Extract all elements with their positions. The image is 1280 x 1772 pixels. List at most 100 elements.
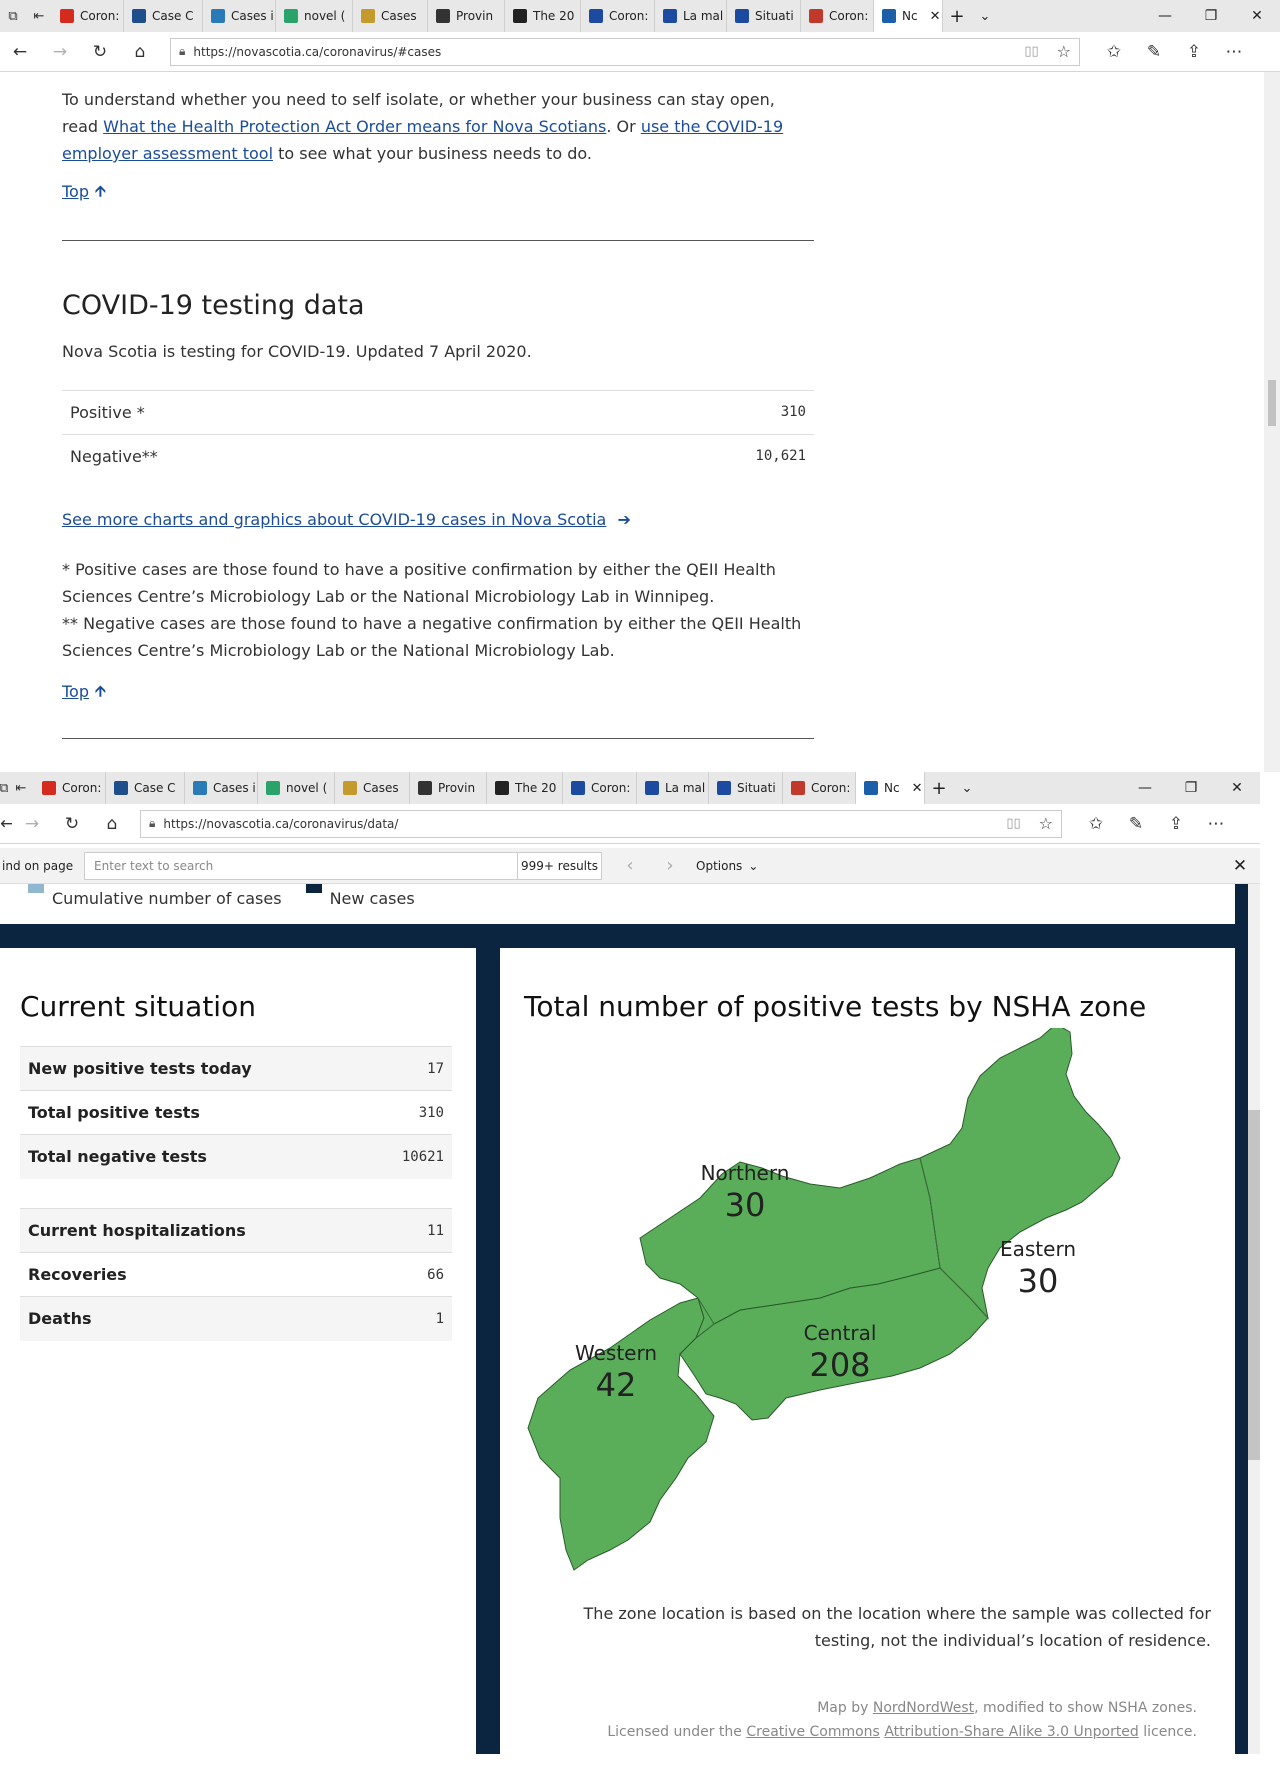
zone-value-label: 208 — [809, 1346, 870, 1384]
refresh-icon[interactable]: ↻ — [52, 814, 92, 834]
tab-label: novel ( — [286, 781, 328, 795]
browser-tab[interactable]: Case C — [124, 0, 203, 32]
lock-icon: 🔒︎ — [179, 44, 186, 58]
find-close-icon[interactable]: ✕ — [1220, 856, 1260, 876]
browser-tab[interactable]: Coron: — [581, 0, 655, 32]
more-charts-link[interactable]: See more charts and graphics about COVID… — [62, 510, 606, 529]
browser-tab[interactable]: Situati — [727, 0, 801, 32]
creative-commons-link[interactable]: Creative Commons — [746, 1724, 880, 1740]
notes-pen-icon[interactable]: ✎ — [1116, 814, 1156, 834]
find-previous-icon[interactable]: ‹ — [610, 855, 650, 876]
browser-tab[interactable]: novel ( — [276, 0, 353, 32]
reading-view-icon[interactable]: ▯▯ — [1006, 816, 1020, 831]
browser-tab[interactable]: Provin — [428, 0, 505, 32]
top-link-label[interactable]: Top — [62, 178, 89, 205]
favorite-star-icon[interactable]: ☆ — [1057, 42, 1071, 61]
close-tab-icon[interactable]: ✕ — [930, 9, 941, 24]
tab-actions-icon[interactable]: ⧉ — [0, 0, 26, 32]
browser-tab[interactable]: Cases i — [185, 772, 258, 804]
browser-tab[interactable]: Cases — [335, 772, 410, 804]
share-icon[interactable]: ⇪ — [1174, 42, 1214, 62]
credit-text: Licensed under the — [607, 1724, 747, 1740]
browser-tab[interactable]: The 20 — [505, 0, 581, 32]
back-icon[interactable]: ← — [0, 42, 40, 62]
browser-tab[interactable]: Coron: — [563, 772, 637, 804]
browser-tab[interactable]: La mal — [637, 772, 709, 804]
browser-tab[interactable]: Cases i — [203, 0, 276, 32]
browser-tab[interactable]: Coron: — [52, 0, 124, 32]
set-aside-tabs-icon[interactable]: ⇤ — [26, 0, 52, 32]
arrow-up-icon: 🡩 — [95, 682, 106, 700]
scrollbar-top[interactable] — [1264, 72, 1280, 772]
row-label: Positive * — [62, 390, 521, 435]
favorites-hub-icon[interactable]: ✩ — [1094, 42, 1134, 62]
address-bar[interactable]: 🔒︎ https://novascotia.ca/coronavirus/#ca… — [170, 37, 1080, 66]
quebec-icon — [571, 781, 585, 795]
browser-tab[interactable]: Nc ✕ — [856, 772, 925, 804]
browser-tab[interactable]: La mal — [655, 0, 727, 32]
tab-label: Case C — [134, 781, 176, 795]
minimize-button[interactable]: — — [1142, 8, 1188, 24]
address-bar[interactable]: 🔒︎ https://novascotia.ca/coronavirus/dat… — [140, 809, 1062, 838]
browser-tab[interactable]: Coron: — [34, 772, 106, 804]
more-icon[interactable]: ⋯ — [1214, 42, 1254, 62]
top-link-label[interactable]: Top — [62, 678, 89, 705]
top-link-2[interactable]: Top 🡩 — [62, 678, 814, 705]
tab-preview-chevron-icon[interactable]: ⌄ — [971, 9, 999, 24]
browser-tab[interactable]: The 20 — [487, 772, 563, 804]
license-link[interactable]: Attribution-Share Alike 3.0 Unported — [884, 1724, 1139, 1740]
hpa-order-link[interactable]: What the Health Protection Act Order mea… — [103, 117, 606, 136]
tab-actions-icon[interactable]: ⧉ — [0, 772, 8, 804]
favorite-star-icon[interactable]: ☆ — [1039, 814, 1053, 833]
share-icon[interactable]: ⇪ — [1156, 814, 1196, 834]
browser-tab[interactable]: Case C — [106, 772, 185, 804]
table-row: Negative** 10,621 — [62, 434, 814, 479]
tab-label: Provin — [438, 781, 476, 795]
browser-tab[interactable]: Coron: — [783, 772, 856, 804]
swoosh-icon — [791, 781, 805, 795]
zone-location-note: The zone location is based on the locati… — [583, 1604, 1211, 1650]
browser-tab[interactable]: Cases — [353, 0, 428, 32]
new-tab-button[interactable]: + — [943, 6, 971, 27]
top-link[interactable]: Top 🡩 — [62, 178, 814, 205]
forward-icon[interactable]: → — [12, 814, 52, 834]
row-value: 11 — [398, 1208, 452, 1253]
author-link[interactable]: NordNordWest — [873, 1700, 974, 1716]
back-icon[interactable]: ← — [0, 814, 12, 834]
find-options-button[interactable]: Options ⌄ — [696, 859, 758, 873]
browser-tab[interactable]: Nc ✕ — [874, 0, 943, 32]
notes-pen-icon[interactable]: ✎ — [1134, 42, 1174, 62]
scrollbar-thumb[interactable] — [1268, 380, 1276, 426]
tab-preview-chevron-icon[interactable]: ⌄ — [953, 781, 981, 796]
restore-button[interactable]: ❐ — [1188, 8, 1234, 24]
favorites-hub-icon[interactable]: ✩ — [1076, 814, 1116, 834]
chart-legend-strip: Cumulative number of cases New cases — [0, 884, 1235, 924]
browser-tab[interactable]: Provin — [410, 772, 487, 804]
browser-tab[interactable]: Situati — [709, 772, 783, 804]
home-icon[interactable]: ⌂ — [120, 42, 160, 62]
scrollbar-bottom[interactable] — [1248, 884, 1260, 1754]
home-icon[interactable]: ⌂ — [92, 814, 132, 834]
restore-button[interactable]: ❐ — [1168, 780, 1214, 796]
minimize-button[interactable]: — — [1122, 780, 1168, 796]
browser-tab[interactable]: Coron: — [801, 0, 874, 32]
find-next-icon[interactable]: › — [650, 855, 690, 876]
close-window-button[interactable]: ✕ — [1234, 8, 1280, 24]
close-window-button[interactable]: ✕ — [1214, 780, 1260, 796]
set-aside-tabs-icon[interactable]: ⇤ — [8, 772, 34, 804]
scrollbar-thumb[interactable] — [1248, 1110, 1260, 1460]
reading-view-icon[interactable]: ▯▯ — [1024, 44, 1038, 59]
tab-label: Coron: — [829, 9, 869, 23]
table-row: Total positive tests 310 — [20, 1090, 452, 1135]
more-icon[interactable]: ⋯ — [1196, 814, 1236, 834]
zone-name-label: Northern — [701, 1161, 790, 1185]
browser-tab[interactable]: novel ( — [258, 772, 335, 804]
forward-icon[interactable]: → — [40, 42, 80, 62]
find-options-label[interactable]: Options — [696, 859, 742, 873]
new-tab-button[interactable]: + — [925, 778, 953, 799]
close-tab-icon[interactable]: ✕ — [912, 781, 923, 796]
divider — [62, 240, 814, 241]
find-input[interactable]: Enter text to search — [84, 851, 518, 880]
refresh-icon[interactable]: ↻ — [80, 42, 120, 62]
testing-table-wrap: Positive * 310 Negative** 10,621 — [62, 390, 814, 479]
